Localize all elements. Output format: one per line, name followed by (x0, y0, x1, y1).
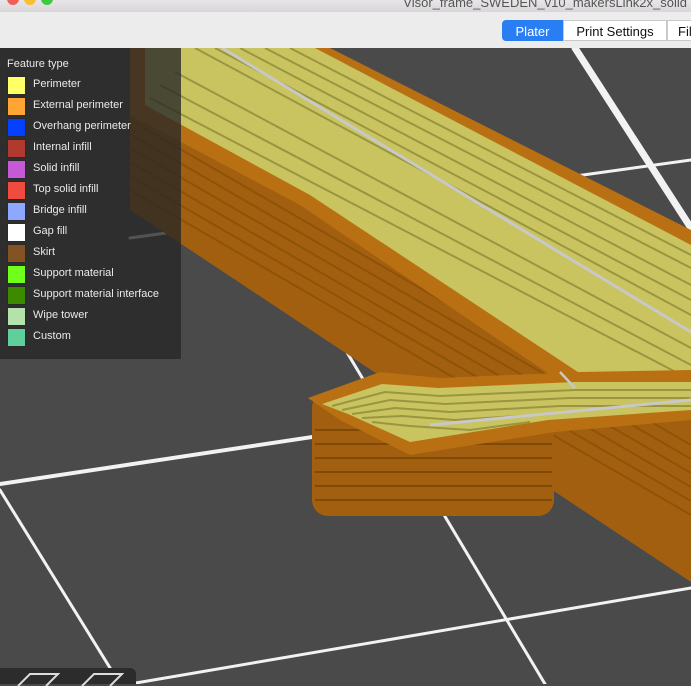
legend-swatch (7, 118, 26, 137)
legend-item: Top solid infill (7, 180, 179, 201)
legend-swatch (7, 202, 26, 221)
legend-title: Feature type (7, 58, 69, 70)
legend-item: Support material (7, 264, 179, 285)
legend-swatch (7, 160, 26, 179)
legend-swatch (7, 286, 26, 305)
legend-swatch (7, 265, 26, 284)
legend-label: Support material interface (33, 288, 159, 300)
legend-swatch (7, 139, 26, 158)
legend-label: Bridge infill (33, 204, 87, 216)
legend-swatch (7, 328, 26, 347)
legend-item: Overhang perimeter (7, 117, 179, 138)
legend-swatch (7, 181, 26, 200)
title-bar: Visor_frame_SWEDEN_v10_makersLink2x_soli… (0, 0, 691, 12)
legend-label: Custom (33, 330, 71, 342)
legend-label: Gap fill (33, 225, 68, 237)
minimize-window-button[interactable] (24, 0, 36, 5)
legend-item: Gap fill (7, 222, 179, 243)
legend-swatch (7, 307, 26, 326)
legend-item: Internal infill (7, 138, 179, 159)
legend-item: Skirt (7, 243, 179, 264)
legend-item: Custom (7, 327, 179, 348)
legend-label: Perimeter (33, 78, 81, 90)
window-title: Visor_frame_SWEDEN_v10_makersLink2x_soli… (403, 0, 687, 10)
tab-print-settings[interactable]: Print Settings (563, 20, 667, 41)
legend-swatch (7, 97, 26, 116)
legend-item: Support material interface (7, 285, 179, 306)
legend-swatch (7, 244, 26, 263)
legend-label: External perimeter (33, 99, 123, 111)
legend-item: Perimeter (7, 75, 179, 96)
close-window-button[interactable] (7, 0, 19, 5)
feature-type-legend: Feature type Perimeter External perimeter… (0, 48, 181, 359)
tab-filament-settings[interactable]: Fil (667, 20, 691, 41)
legend-item: Wipe tower (7, 306, 179, 327)
legend-swatch (7, 76, 26, 95)
legend-item: External perimeter (7, 96, 179, 117)
legend-label: Internal infill (33, 141, 92, 153)
legend-label: Solid infill (33, 162, 80, 174)
tab-plater[interactable]: Plater (502, 20, 563, 41)
legend-label: Skirt (33, 246, 55, 258)
legend-label: Top solid infill (33, 183, 99, 195)
legend-swatch (7, 223, 26, 242)
tab-bar: Plater Print Settings Fil (0, 12, 691, 49)
legend-label: Overhang perimeter (33, 120, 131, 132)
bottom-toolbar (0, 668, 136, 686)
legend-label: Support material (33, 267, 114, 279)
zoom-window-button[interactable] (41, 0, 53, 5)
legend-label: Wipe tower (33, 309, 89, 321)
legend-item: Solid infill (7, 159, 179, 180)
legend-item: Bridge infill (7, 201, 179, 222)
